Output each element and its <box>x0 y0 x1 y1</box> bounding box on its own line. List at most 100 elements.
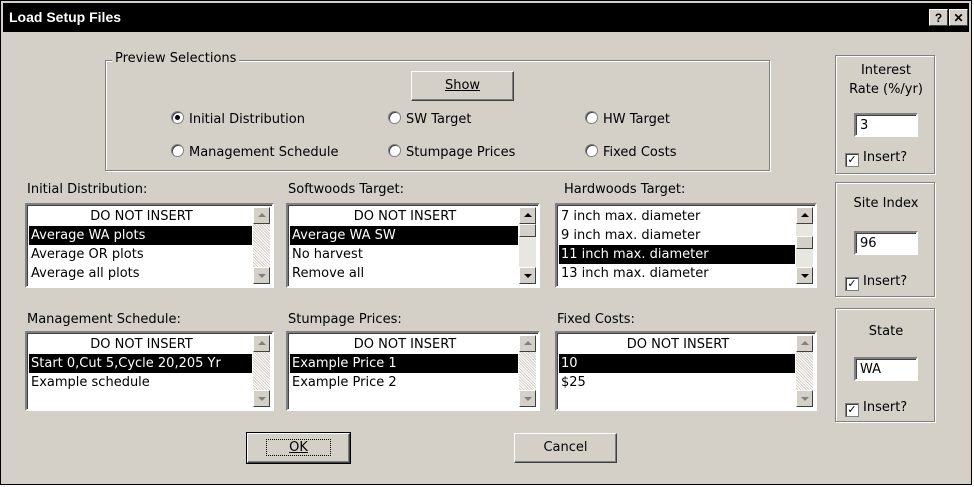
scroll-up-icon[interactable] <box>519 335 536 352</box>
radio-dot-icon <box>388 144 401 157</box>
scrollbar[interactable] <box>796 207 813 284</box>
list-item[interactable]: $25 <box>559 373 795 392</box>
list-item[interactable]: Average WA SW <box>290 226 518 245</box>
list-item[interactable]: DO NOT INSERT <box>29 207 252 226</box>
radio-stumpage-prices[interactable]: Stumpage Prices <box>388 144 515 160</box>
scroll-up-icon[interactable] <box>796 207 813 224</box>
show-button[interactable]: Show <box>411 71 514 101</box>
list-item[interactable]: Start 0,Cut 5,Cycle 20,205 Yr <box>29 354 252 373</box>
interest-insert-label: Insert? <box>863 150 908 165</box>
help-button[interactable]: ? <box>929 9 948 26</box>
scroll-down-icon[interactable] <box>519 390 536 407</box>
interest-label-line1: Interest <box>860 63 912 78</box>
list-item[interactable]: Example schedule <box>29 373 252 392</box>
softwoods-target-label: Softwoods Target: <box>288 182 404 197</box>
site-index-insert-label: Insert? <box>863 274 908 289</box>
list-item[interactable]: 13 inch max. diameter <box>559 264 795 283</box>
radio-dot-icon <box>585 111 598 124</box>
scroll-thumb[interactable] <box>519 224 536 237</box>
interest-label-line2: Rate (%/yr) <box>849 82 923 97</box>
list-item[interactable]: No harvest <box>290 245 518 264</box>
scroll-up-icon[interactable] <box>519 207 536 224</box>
hardwoods-target-list[interactable]: 7 inch max. diameter 9 inch max. diamete… <box>555 203 817 288</box>
checkmark-icon: ✓ <box>845 403 859 417</box>
state-label: State <box>868 324 904 339</box>
scroll-thumb[interactable] <box>796 236 813 249</box>
list-item[interactable]: Average WA plots <box>29 226 252 245</box>
window-title: Load Setup Files <box>9 9 122 25</box>
radio-sw-target[interactable]: SW Target <box>388 111 471 127</box>
softwoods-target-list[interactable]: DO NOT INSERT Average WA SW No harvest R… <box>286 203 540 288</box>
management-schedule-list[interactable]: DO NOT INSERT Start 0,Cut 5,Cycle 20,205… <box>25 331 274 411</box>
list-item[interactable]: DO NOT INSERT <box>559 335 795 354</box>
radio-fixed-costs[interactable]: Fixed Costs <box>585 144 677 160</box>
scrollbar[interactable] <box>253 207 270 284</box>
list-item[interactable]: Example Price 2 <box>290 373 518 392</box>
radio-label: SW Target <box>406 112 472 127</box>
checkmark-icon: ✓ <box>845 153 859 167</box>
ok-button-label: OK <box>266 439 331 456</box>
interest-insert-checkbox[interactable]: ✓ Insert? <box>845 150 907 167</box>
initial-distribution-list[interactable]: DO NOT INSERT Average WA plots Average O… <box>25 203 274 288</box>
interest-rate-panel: Interest Rate (%/yr) 3 ✓ Insert? <box>835 55 935 174</box>
radio-label: Management Schedule <box>189 145 339 160</box>
list-item[interactable]: Average all plots <box>29 264 252 283</box>
interest-rate-input[interactable]: 3 <box>854 113 918 137</box>
scroll-up-icon[interactable] <box>253 207 270 224</box>
list-item[interactable]: DO NOT INSERT <box>290 207 518 226</box>
scroll-up-icon[interactable] <box>253 335 270 352</box>
radio-label: HW Target <box>603 112 670 127</box>
state-insert-label: Insert? <box>863 400 908 415</box>
preview-selections-legend: Preview Selections <box>112 51 240 66</box>
state-insert-checkbox[interactable]: ✓ Insert? <box>845 400 907 417</box>
scrollbar[interactable] <box>519 335 536 407</box>
radio-hw-target[interactable]: HW Target <box>585 111 670 127</box>
site-index-insert-checkbox[interactable]: ✓ Insert? <box>845 274 907 291</box>
scroll-down-icon[interactable] <box>253 267 270 284</box>
scrollbar[interactable] <box>796 335 813 407</box>
scroll-up-icon[interactable] <box>796 335 813 352</box>
site-index-label: Site Index <box>853 196 919 211</box>
list-item[interactable]: 9 inch max. diameter <box>559 226 795 245</box>
radio-management-schedule[interactable]: Management Schedule <box>171 144 339 160</box>
scrollbar[interactable] <box>519 207 536 284</box>
list-item[interactable]: DO NOT INSERT <box>290 335 518 354</box>
site-index-panel: Site Index 96 ✓ Insert? <box>835 182 935 297</box>
fixed-costs-label: Fixed Costs: <box>557 312 635 327</box>
site-index-input[interactable]: 96 <box>854 231 918 255</box>
scroll-down-icon[interactable] <box>519 267 536 284</box>
stumpage-prices-label: Stumpage Prices: <box>288 312 402 327</box>
radio-label: Initial Distribution <box>189 112 305 127</box>
close-button[interactable]: ✕ <box>949 9 968 26</box>
radio-dot-icon <box>171 144 184 157</box>
management-schedule-label: Management Schedule: <box>27 312 181 327</box>
hardwoods-target-label: Hardwoods Target: <box>564 182 686 197</box>
list-item[interactable]: 10 <box>559 354 795 373</box>
list-item[interactable]: DO NOT INSERT <box>29 335 252 354</box>
radio-initial-distribution[interactable]: Initial Distribution <box>171 111 305 127</box>
stumpage-prices-list[interactable]: DO NOT INSERT Example Price 1 Example Pr… <box>286 331 540 411</box>
state-panel: State WA ✓ Insert? <box>835 308 935 422</box>
load-setup-dialog: Load Setup Files ? ✕ Preview Selections … <box>0 0 972 485</box>
radio-dot-icon <box>585 144 598 157</box>
radio-label: Stumpage Prices <box>406 145 516 160</box>
title-bar[interactable]: Load Setup Files ? ✕ <box>3 3 969 32</box>
radio-dot-icon <box>388 111 401 124</box>
radio-label: Fixed Costs <box>603 145 677 160</box>
scrollbar[interactable] <box>253 335 270 407</box>
fixed-costs-list[interactable]: DO NOT INSERT 10 $25 <box>555 331 817 411</box>
list-item[interactable]: Example Price 1 <box>290 354 518 373</box>
scroll-down-icon[interactable] <box>796 390 813 407</box>
radio-dot-icon <box>171 111 184 124</box>
ok-button[interactable]: OK <box>246 432 351 464</box>
list-item[interactable]: 7 inch max. diameter <box>559 207 795 226</box>
state-input[interactable]: WA <box>854 357 918 381</box>
list-item[interactable]: Remove all <box>290 264 518 283</box>
list-item[interactable]: Average OR plots <box>29 245 252 264</box>
scroll-down-icon[interactable] <box>796 267 813 284</box>
checkmark-icon: ✓ <box>845 277 859 291</box>
scroll-down-icon[interactable] <box>253 390 270 407</box>
cancel-button[interactable]: Cancel <box>514 433 617 463</box>
show-button-label: Show <box>444 78 481 93</box>
list-item[interactable]: 11 inch max. diameter <box>559 245 795 264</box>
